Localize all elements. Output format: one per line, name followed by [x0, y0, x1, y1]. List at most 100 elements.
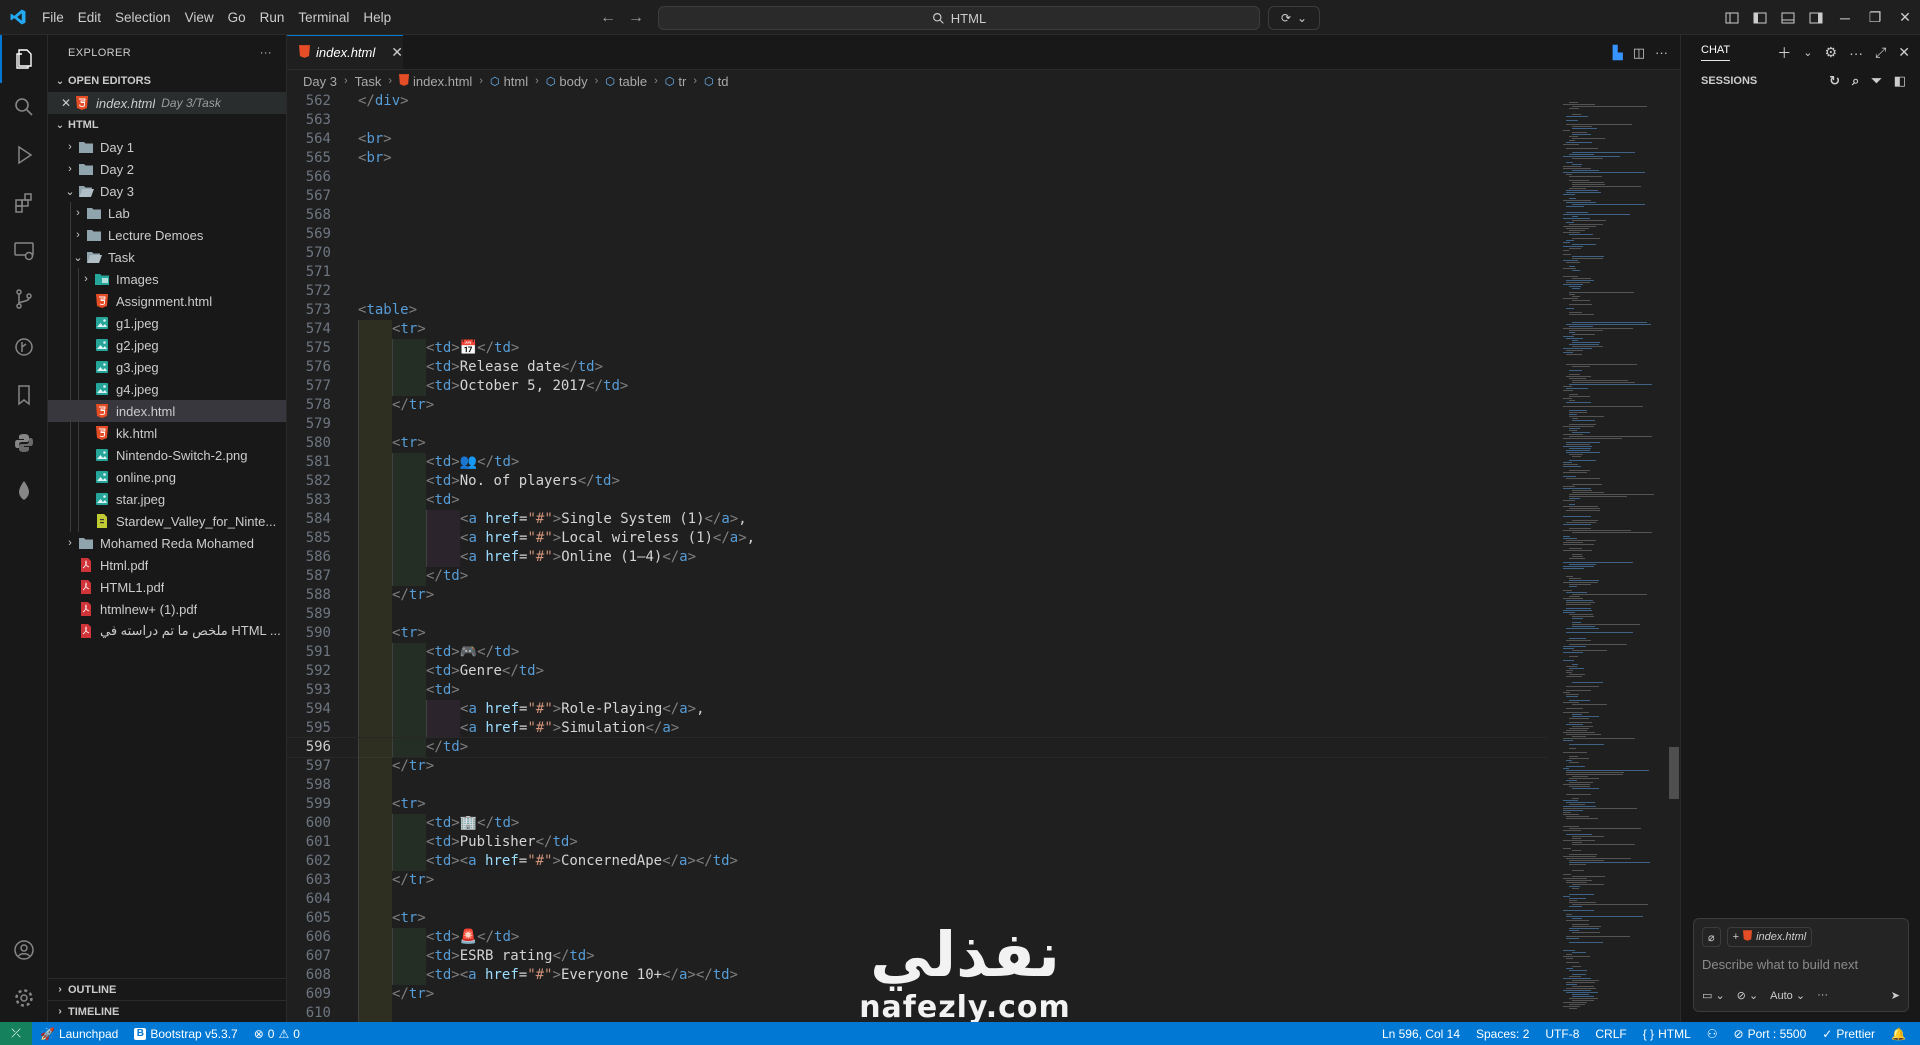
more-actions-icon[interactable]: ··· — [260, 47, 272, 59]
tree-item[interactable]: g1.jpeg — [48, 312, 286, 334]
source-control-icon[interactable] — [0, 275, 48, 323]
menu-terminal[interactable]: Terminal — [291, 0, 356, 35]
run-debug-icon[interactable] — [0, 131, 48, 179]
menu-file[interactable]: File — [35, 0, 71, 35]
tree-item[interactable]: Assignment.html — [48, 290, 286, 312]
open-editor-item[interactable]: ✕ index.html Day 3/Task — [48, 92, 286, 114]
menu-view[interactable]: View — [178, 0, 221, 35]
breadcrumb-item[interactable]: tr — [678, 74, 686, 89]
notifications-bell-icon[interactable]: 🔔 — [1883, 1022, 1914, 1045]
code-line[interactable]: 598 — [287, 776, 1547, 795]
code-line[interactable]: 566 — [287, 168, 1547, 187]
code-line[interactable]: 577 <td>October 5, 2017</td> — [287, 377, 1547, 396]
chevron-down-icon[interactable]: ⌄ — [1803, 46, 1812, 59]
code-line[interactable]: 562 </div> — [287, 92, 1547, 111]
refresh-icon[interactable]: ↻ — [1829, 73, 1840, 89]
code-line[interactable]: 585 <a href="#">Local wireless (1)</a>, — [287, 529, 1547, 548]
python-icon[interactable] — [0, 419, 48, 467]
chat-input-box[interactable]: ⌀ + index.html Describe what to build ne… — [1693, 918, 1909, 1012]
account-icon[interactable] — [0, 926, 48, 974]
open-preview-icon[interactable]: ▙ — [1613, 45, 1623, 61]
maximize-icon[interactable]: ⤢ — [1875, 44, 1886, 61]
code-line[interactable]: 589 — [287, 605, 1547, 624]
code-line[interactable]: 604 — [287, 890, 1547, 909]
remote-indicator-icon[interactable]: ⤫ — [0, 1022, 32, 1045]
breadcrumb-item[interactable]: Day 3 — [303, 74, 337, 89]
tree-item[interactable]: index.html — [48, 400, 286, 422]
tree-item[interactable]: › Lab — [48, 202, 286, 224]
tree-item[interactable]: star.jpeg — [48, 488, 286, 510]
problems-item[interactable]: ⊗ 0 ⚠ 0 — [246, 1022, 308, 1045]
code-line[interactable]: 593 <td> — [287, 681, 1547, 700]
filter-icon[interactable]: ⏷ — [1871, 73, 1881, 89]
copilot-button[interactable]: ⟳ ⌄ — [1268, 6, 1320, 30]
menu-run[interactable]: Run — [253, 0, 292, 35]
more-actions-icon[interactable]: ··· — [1849, 45, 1863, 61]
menu-go[interactable]: Go — [221, 0, 253, 35]
toggle-primary-sidebar-icon[interactable] — [1746, 0, 1774, 35]
encoding[interactable]: UTF-8 — [1537, 1022, 1587, 1045]
open-editors-section[interactable]: ⌄ OPEN EDITORS — [48, 70, 286, 92]
search-icon[interactable] — [0, 83, 48, 131]
indentation[interactable]: Spaces: 2 — [1468, 1022, 1537, 1045]
tree-item[interactable]: ⌄ Day 3 — [48, 180, 286, 202]
tree-item[interactable]: › Day 1 — [48, 136, 286, 158]
tree-item[interactable]: g2.jpeg — [48, 334, 286, 356]
tree-item[interactable]: Stardew_Valley_for_Ninte... — [48, 510, 286, 532]
end-of-line[interactable]: CRLF — [1587, 1022, 1634, 1045]
code-line[interactable]: 584 <a href="#">Single System (1)</a>, — [287, 510, 1547, 529]
code-line[interactable]: 597 </tr> — [287, 757, 1547, 776]
code-line[interactable]: 586 <a href="#">Online (1–4)</a> — [287, 548, 1547, 567]
back-arrow-icon[interactable]: ← — [600, 9, 616, 27]
gitlens-icon[interactable] — [0, 323, 48, 371]
code-line[interactable]: 565 <br> — [287, 149, 1547, 168]
tree-item[interactable]: › Mohamed Reda Mohamed — [48, 532, 286, 554]
code-line[interactable]: 601 <td>Publisher</td> — [287, 833, 1547, 852]
code-line[interactable]: 592 <td>Genre</td> — [287, 662, 1547, 681]
breadcrumb-item[interactable]: td — [718, 74, 729, 89]
code-line[interactable]: 567 — [287, 187, 1547, 206]
breadcrumb-item[interactable]: html — [504, 74, 529, 89]
toggle-view-icon[interactable]: ◧ — [1894, 73, 1906, 89]
code-line[interactable]: 603 </tr> — [287, 871, 1547, 890]
code-line[interactable]: 572 — [287, 282, 1547, 301]
breadcrumb-item[interactable]: Task — [355, 74, 382, 89]
code-line[interactable]: 573 <table> — [287, 301, 1547, 320]
toggle-secondary-sidebar-icon[interactable] — [1802, 0, 1830, 35]
code-line[interactable]: 594 <a href="#">Role-Playing</a>, — [287, 700, 1547, 719]
code-line[interactable]: 596 </td> — [287, 737, 1547, 758]
tree-item[interactable]: kk.html — [48, 422, 286, 444]
chat-placeholder[interactable]: Describe what to build next — [1702, 957, 1858, 972]
tree-item[interactable]: Nintendo-Switch-2.png — [48, 444, 286, 466]
settings-gear-icon[interactable]: ⚙ — [1825, 44, 1838, 61]
bootstrap-item[interactable]: B Bootstrap v5.3.7 — [126, 1022, 245, 1045]
code-line[interactable]: 582 <td>No. of players</td> — [287, 472, 1547, 491]
breadcrumb-item[interactable]: index.html — [413, 74, 472, 89]
code-line[interactable]: 600 <td>🏢</td> — [287, 814, 1547, 833]
customize-layout-icon[interactable] — [1718, 0, 1746, 35]
code-line[interactable]: 564 <br> — [287, 130, 1547, 149]
search-icon[interactable]: ⌕ — [1852, 73, 1859, 89]
bookmark-icon[interactable] — [0, 371, 48, 419]
copilot-status-icon[interactable]: ⚇ — [1699, 1022, 1726, 1045]
code-line[interactable]: 581 <td>👥</td> — [287, 453, 1547, 472]
code-line[interactable]: 587 </td> — [287, 567, 1547, 586]
remote-explorer-icon[interactable] — [0, 227, 48, 275]
code-line[interactable]: 591 <td>🎮</td> — [287, 643, 1547, 662]
menu-selection[interactable]: Selection — [108, 0, 178, 35]
new-chat-icon[interactable]: ＋ — [1777, 43, 1791, 63]
close-window-icon[interactable]: ✕ — [1890, 0, 1920, 35]
tree-item[interactable]: ⌄ Task — [48, 246, 286, 268]
code-line[interactable]: 588 </tr> — [287, 586, 1547, 605]
more-actions-icon[interactable]: ··· — [1817, 989, 1828, 1001]
html-folder-section[interactable]: ⌄ HTML — [48, 114, 286, 136]
agent-mode-icon[interactable]: ▭ ⌄ — [1702, 989, 1725, 1002]
vertical-scrollbar[interactable] — [1669, 747, 1679, 799]
code-line[interactable]: 576 <td>Release date</td> — [287, 358, 1547, 377]
code-line[interactable]: 590 <tr> — [287, 624, 1547, 643]
tools-icon[interactable]: ⊘ ⌄ — [1737, 989, 1759, 1002]
code-line[interactable]: 569 — [287, 225, 1547, 244]
timeline-section[interactable]: › TIMELINE — [48, 1000, 287, 1022]
tree-item[interactable]: g4.jpeg — [48, 378, 286, 400]
code-line[interactable]: 578 </tr> — [287, 396, 1547, 415]
